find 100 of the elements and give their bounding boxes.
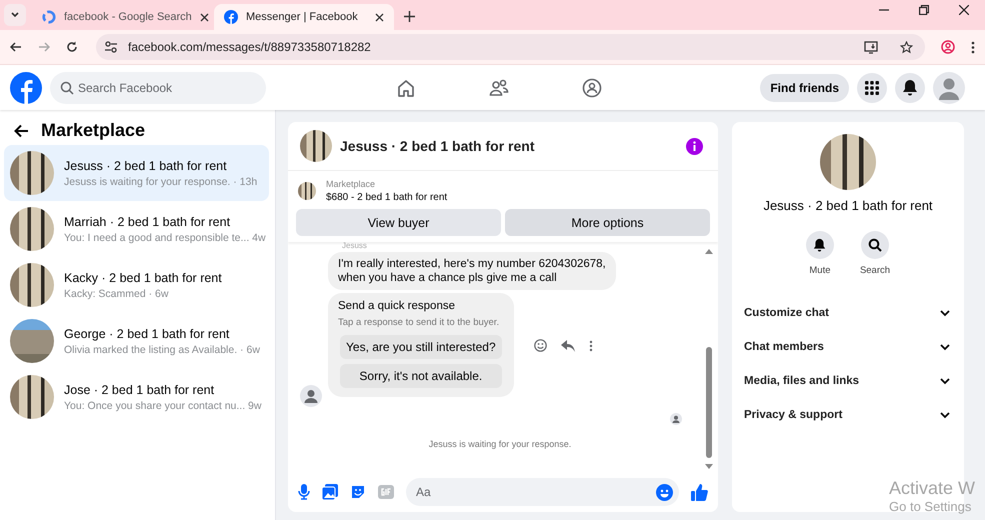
new-tab-icon[interactable] xyxy=(404,11,415,22)
conversation-preview: You: Once you share your contact nu... 9w xyxy=(64,400,262,412)
info-icon[interactable] xyxy=(686,138,703,154)
home-icon[interactable] xyxy=(396,78,416,98)
chevron-down-icon xyxy=(940,412,950,418)
bookmark-star-icon[interactable] xyxy=(900,40,913,54)
account-avatar[interactable] xyxy=(933,72,965,104)
details-title: Jesuss · 2 bed 1 bath for rent xyxy=(763,198,933,213)
message-input-field[interactable]: Aa xyxy=(406,478,679,506)
conversation-title: Jose · 2 bed 1 bath for rent xyxy=(64,382,216,396)
more-options-icon[interactable] xyxy=(588,340,593,352)
action-label: Search xyxy=(860,265,890,276)
quick-response-button[interactable]: Sorry, it's not available. xyxy=(340,364,502,388)
photo-placeholder xyxy=(10,263,54,307)
chevron-down-icon xyxy=(940,344,950,350)
conversation-item[interactable]: George · 2 bed 1 bath for rent Olivia marked the listing as Available. · 6w xyxy=(4,313,269,369)
sender-name: Jesuss xyxy=(342,242,368,250)
browser-tab[interactable]: Messenger | Facebook xyxy=(214,4,394,30)
conversation-preview: Jesuss is waiting for your response. · 13h xyxy=(64,176,258,188)
conversation-title: Marriah · 2 bed 1 bath for rent xyxy=(64,214,232,228)
chevron-down-icon xyxy=(940,378,950,384)
groups-icon[interactable] xyxy=(582,78,602,98)
scroll-down-icon[interactable] xyxy=(705,464,713,470)
conversation-preview: Olivia marked the listing as Available. · 6w xyxy=(64,344,260,356)
conversation-item[interactable]: Kacky · 2 bed 1 bath for rent Kacky: Scammed · 6w xyxy=(4,257,269,313)
bell-icon xyxy=(902,79,918,96)
tab-title: Messenger | Facebook xyxy=(246,11,359,23)
more-options-icon[interactable] xyxy=(971,40,975,54)
status-text: Jesuss is waiting for your response. xyxy=(428,439,572,449)
close-icon[interactable] xyxy=(375,12,384,22)
activation-hint: Go to Settings xyxy=(889,499,972,514)
chevron-down-icon xyxy=(10,10,20,20)
photo-icon[interactable] xyxy=(322,484,338,500)
listing-action-button[interactable]: More options xyxy=(505,209,710,236)
close-icon[interactable] xyxy=(200,12,209,22)
details-section[interactable]: Chat members xyxy=(732,330,964,364)
conversation-preview: Kacky: Scammed · 6w xyxy=(64,288,170,300)
menu-button[interactable] xyxy=(857,72,887,102)
site-settings-icon[interactable] xyxy=(104,40,118,54)
activation-notice: Activate W xyxy=(889,478,976,499)
chat-title: Jesuss · 2 bed 1 bath for rent xyxy=(340,138,534,154)
avatar-icon xyxy=(300,385,322,407)
quick-response-button[interactable]: Yes, are you still interested? xyxy=(340,335,502,359)
close-icon[interactable] xyxy=(959,5,969,15)
photo-placeholder xyxy=(298,182,316,200)
conversation-title: Jesuss · 2 bed 1 bath for rent xyxy=(64,158,228,172)
reply-icon[interactable] xyxy=(560,340,575,352)
restore-icon[interactable] xyxy=(919,5,929,15)
conversation-preview: You: I need a good and responsible te... 4w xyxy=(64,232,263,244)
conversation-item[interactable]: Jose · 2 bed 1 bath for rent You: Once you share your contact nu... 9w xyxy=(4,369,269,425)
bell-icon xyxy=(813,238,826,252)
scroll-up-icon[interactable] xyxy=(705,248,713,254)
install-app-icon[interactable] xyxy=(864,40,878,54)
search-button[interactable] xyxy=(860,231,889,259)
conversation-item[interactable]: Jesuss · 2 bed 1 bath for rent Jesuss is waiting for your response. · 13h xyxy=(4,145,269,201)
quick-response-title: Send a quick response xyxy=(338,300,456,312)
photo-placeholder xyxy=(300,130,332,162)
find-friends-button[interactable]: Find friends xyxy=(760,74,849,102)
mute-button[interactable] xyxy=(806,231,834,259)
facebook-logo-icon xyxy=(224,10,238,24)
details-section[interactable]: Customize chat xyxy=(732,296,964,330)
quick-response-hint: Tap a response to send it to the buyer. xyxy=(338,317,500,328)
search-icon xyxy=(60,80,74,94)
conversation-title: George · 2 bed 1 bath for rent xyxy=(64,326,230,340)
facebook-logo-icon[interactable] xyxy=(10,72,42,104)
photo-placeholder xyxy=(10,319,54,363)
chevron-down-icon xyxy=(940,310,950,316)
conversation-title: Kacky · 2 bed 1 bath for rent xyxy=(64,270,222,284)
search-icon xyxy=(868,238,882,252)
message-text: I'm really interested, here's my number 6204302678, xyxy=(338,258,606,270)
grid-icon xyxy=(864,80,880,96)
listing-label: Marketplace xyxy=(326,179,376,189)
photo-placeholder xyxy=(10,151,54,195)
photo-placeholder xyxy=(10,375,54,419)
tab-title: facebook - Google Search xyxy=(64,11,192,23)
details-section[interactable]: Media, files and links xyxy=(732,364,964,398)
emoji-icon[interactable] xyxy=(534,339,547,352)
details-section[interactable]: Privacy & support xyxy=(732,398,964,432)
message-text: when you have a chance pls give me a call xyxy=(338,272,558,284)
search-field[interactable]: Search Facebook xyxy=(50,72,266,104)
listing-action-button[interactable]: View buyer xyxy=(296,209,501,236)
thumbs-up-icon[interactable] xyxy=(691,484,708,500)
profile-icon[interactable] xyxy=(941,40,955,54)
emoji-icon[interactable] xyxy=(656,484,673,500)
notifications-button[interactable] xyxy=(895,72,925,102)
back-arrow-icon[interactable] xyxy=(10,41,22,53)
action-label: Mute xyxy=(809,265,830,276)
scrollbar-thumb[interactable] xyxy=(706,346,712,458)
url-text: facebook.com/messages/t/889733580718282 xyxy=(128,40,371,54)
microphone-icon[interactable] xyxy=(298,484,310,500)
sidebar-title: Marketplace xyxy=(41,120,146,141)
conversation-item[interactable]: Marriah · 2 bed 1 bath for rent You: I need a good and responsible te... 4w xyxy=(4,201,269,257)
seen-avatar-icon xyxy=(670,413,682,425)
back-arrow-icon[interactable] xyxy=(14,124,29,138)
friends-icon[interactable] xyxy=(489,78,509,98)
address-bar[interactable]: facebook.com/messages/t/889733580718282 xyxy=(96,34,925,60)
tab-list-button[interactable] xyxy=(4,4,26,26)
sticker-icon[interactable] xyxy=(350,484,366,500)
browser-tab[interactable]: facebook - Google Search xyxy=(32,4,212,30)
reload-icon[interactable] xyxy=(66,41,78,53)
